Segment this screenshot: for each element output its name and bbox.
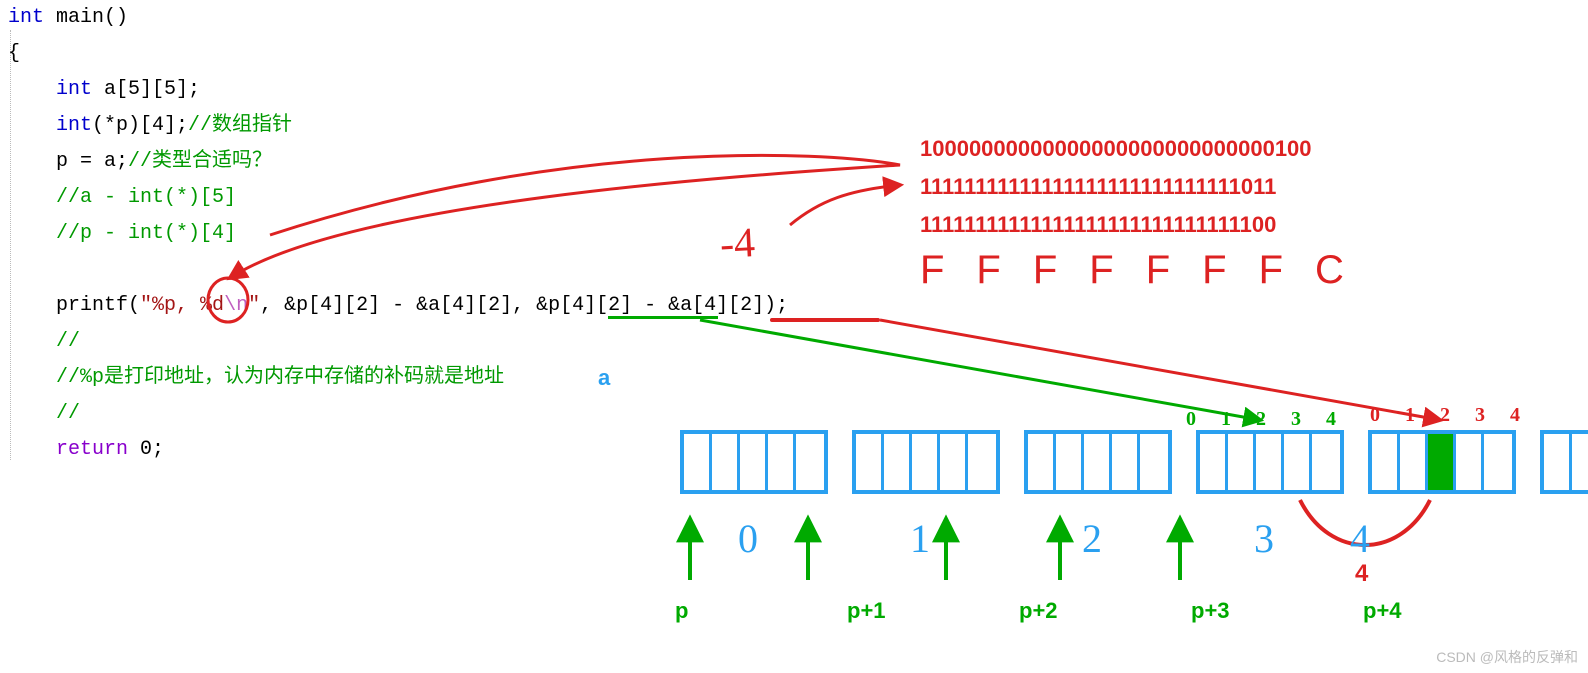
code-line-7: //p - int(*)[4] bbox=[8, 216, 236, 252]
code-line-1: int main() bbox=[8, 0, 128, 36]
code-line-9: // bbox=[8, 324, 80, 360]
cell bbox=[1456, 434, 1484, 490]
blue-row-label: 0 bbox=[738, 515, 758, 562]
blue-row-label: 2 bbox=[1082, 515, 1102, 562]
neg-4-annotation: -4 bbox=[719, 219, 756, 269]
cell bbox=[768, 434, 796, 490]
cell bbox=[968, 434, 996, 490]
code-line-10: //%p是打印地址，认为内存中存储的补码就是地址 bbox=[8, 360, 504, 396]
cell bbox=[684, 434, 712, 490]
array-group bbox=[1540, 430, 1588, 494]
cell bbox=[1312, 434, 1340, 490]
red-index-row: 0 1 2 3 4 bbox=[1370, 404, 1530, 427]
cell bbox=[1028, 434, 1056, 490]
cell bbox=[1400, 434, 1428, 490]
pointer-label: p bbox=[675, 598, 688, 624]
cell bbox=[1572, 434, 1588, 490]
cell bbox=[1200, 434, 1228, 490]
green-up-arrows bbox=[690, 520, 1180, 580]
array-cells bbox=[680, 430, 828, 494]
blue-row-label: 4 bbox=[1350, 515, 1370, 562]
cell bbox=[740, 434, 768, 490]
cell bbox=[1056, 434, 1084, 490]
array-cells bbox=[1368, 430, 1516, 494]
code-line-5: p = a;//类型合适吗？ bbox=[8, 144, 272, 180]
cell bbox=[1140, 434, 1168, 490]
array-group bbox=[680, 430, 828, 494]
cell bbox=[912, 434, 940, 490]
binary-block: 10000000000000000000000000000100 1111111… bbox=[920, 130, 1312, 244]
code-line-4: int(*p)[4];//数组指针 bbox=[8, 108, 292, 144]
cell bbox=[1372, 434, 1400, 490]
watermark: CSDN @风格的反弹和 bbox=[1436, 647, 1578, 667]
array-cells bbox=[852, 430, 1000, 494]
underline-a42 bbox=[770, 318, 880, 322]
cell bbox=[1484, 434, 1512, 490]
a-label: a bbox=[598, 365, 610, 391]
red-arrow-neg4-to-bin bbox=[790, 185, 900, 225]
cell bbox=[1228, 434, 1256, 490]
array-group bbox=[852, 430, 1000, 494]
cell bbox=[1256, 434, 1284, 490]
cell bbox=[1284, 434, 1312, 490]
cell bbox=[796, 434, 824, 490]
code-line-12: return 0; bbox=[8, 432, 164, 468]
code-line-6: //a - int(*)[5] bbox=[8, 180, 236, 216]
pointer-label: p+4 bbox=[1363, 598, 1402, 624]
array-cells bbox=[1024, 430, 1172, 494]
bin-line-3: 11111111111111111111111111111100 bbox=[920, 206, 1312, 244]
underline-p42 bbox=[608, 316, 718, 319]
pointer-label: p+1 bbox=[847, 598, 886, 624]
code-line-11: // bbox=[8, 396, 80, 432]
array-group bbox=[1368, 430, 1516, 494]
hex-annotation: FFFFFFFC bbox=[920, 248, 1376, 293]
cell-p42 bbox=[1428, 434, 1456, 490]
blue-row-label: 1 bbox=[910, 515, 930, 562]
bin-line-2: 11111111111111111111111111111011 bbox=[920, 168, 1312, 206]
code-line-3: int a[5][5]; bbox=[8, 72, 200, 108]
cell bbox=[940, 434, 968, 490]
blue-row-label: 3 bbox=[1254, 515, 1274, 562]
code-line-2: { bbox=[8, 36, 20, 72]
green-index-row: 0 1 2 3 4 bbox=[1186, 408, 1346, 431]
cell bbox=[856, 434, 884, 490]
green-arrow-to-cell bbox=[700, 320, 1260, 420]
cell bbox=[1112, 434, 1140, 490]
cell bbox=[1544, 434, 1572, 490]
red-arrow-to-format bbox=[230, 155, 900, 278]
annotation-overlay bbox=[0, 0, 1588, 673]
array-cells bbox=[1540, 430, 1588, 494]
array-group bbox=[1024, 430, 1172, 494]
cell bbox=[1084, 434, 1112, 490]
pointer-label: p+2 bbox=[1019, 598, 1058, 624]
cell bbox=[712, 434, 740, 490]
red-arrow-to-cell bbox=[880, 320, 1440, 420]
array-cells bbox=[1196, 430, 1344, 494]
cell bbox=[884, 434, 912, 490]
bin-line-1: 10000000000000000000000000000100 bbox=[920, 130, 1312, 168]
pointer-label: p+3 bbox=[1191, 598, 1230, 624]
red-gap-4: 4 bbox=[1355, 560, 1368, 588]
array-group bbox=[1196, 430, 1344, 494]
